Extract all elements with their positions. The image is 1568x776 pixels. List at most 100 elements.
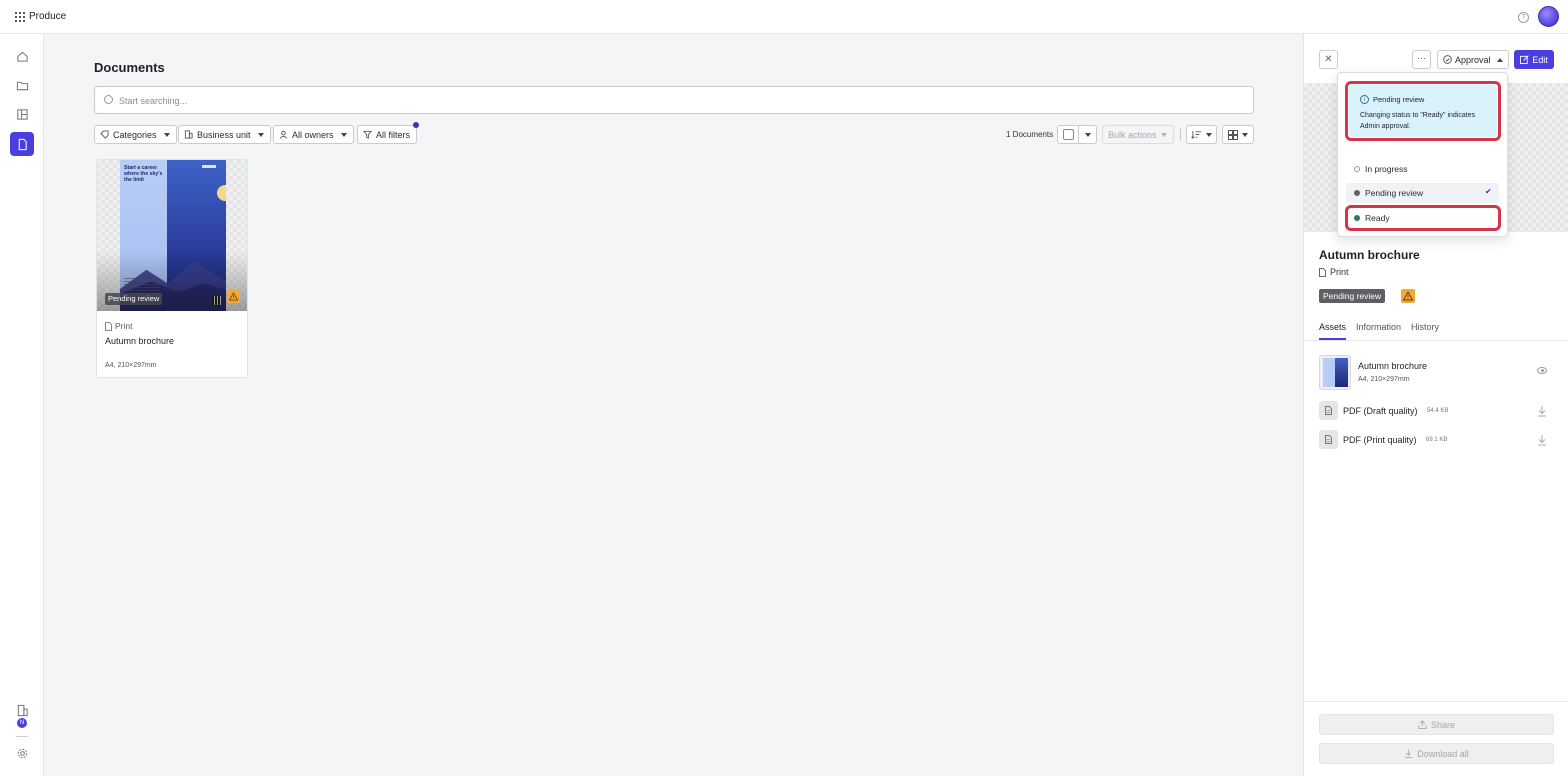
status-dot-icon <box>1354 166 1360 172</box>
approval-label: Approval <box>1455 54 1491 65</box>
tab-information[interactable]: Information <box>1356 322 1401 340</box>
bulk-actions-label: Bulk actions <box>1108 129 1157 140</box>
categories-filter-label: Categories <box>113 129 157 140</box>
sidebar: N <box>0 34 44 776</box>
notification-badge: N <box>17 718 27 728</box>
download-all-label: Download all <box>1417 748 1469 759</box>
grid-view-icon <box>1228 129 1238 140</box>
building-icon <box>184 130 193 139</box>
share-button[interactable]: Share <box>1319 714 1554 735</box>
download-icon <box>1405 749 1413 758</box>
status-option-in-progress[interactable]: In progress <box>1346 159 1499 179</box>
chevron-down-icon <box>1242 132 1248 137</box>
warning-icon <box>227 290 240 303</box>
chevron-down-icon <box>1160 132 1167 137</box>
panel-tabs: Assets Information History <box>1319 322 1439 340</box>
home-icon[interactable] <box>10 44 34 68</box>
status-option-label: In progress <box>1365 164 1408 174</box>
poster-headline: Start a career where the sky's the limit <box>124 165 163 183</box>
tab-assets[interactable]: Assets <box>1319 322 1347 340</box>
download-icon[interactable] <box>1537 405 1547 417</box>
chevron-up-icon <box>1496 57 1503 62</box>
active-filter-indicator <box>413 122 419 128</box>
approval-dropdown: i Pending review Changing status to "Rea… <box>1337 72 1508 237</box>
asset-thumbnail[interactable] <box>1319 355 1351 390</box>
select-all-checkbox[interactable] <box>1063 129 1074 140</box>
document-thumbnail: Start a career where the sky's the limit <box>97 160 247 311</box>
warning-icon <box>1401 289 1415 303</box>
document-name: Autumn brochure <box>105 336 175 346</box>
settings-gear-icon[interactable] <box>10 741 34 765</box>
pdf-file-icon <box>1319 401 1338 420</box>
share-icon <box>1418 720 1427 729</box>
search-box <box>94 86 1254 114</box>
owners-filter-label: All owners <box>292 129 334 140</box>
avatar[interactable] <box>1538 6 1559 27</box>
check-circle-icon <box>1443 55 1452 64</box>
approval-button[interactable]: Approval <box>1437 50 1509 69</box>
share-label: Share <box>1430 719 1456 730</box>
document-size: A4, 210×297mm <box>105 362 157 369</box>
edit-icon <box>1520 55 1529 64</box>
checkmark-icon: ✔ <box>1485 187 1492 196</box>
chevron-down-icon <box>1206 132 1212 137</box>
edit-label: Edit <box>1532 54 1548 65</box>
select-all-control[interactable] <box>1057 125 1097 144</box>
status-option-pending-review[interactable]: Pending review ✔ <box>1346 183 1499 203</box>
folder-icon[interactable] <box>10 73 34 97</box>
all-filters-label: All filters <box>376 129 411 140</box>
status-dot-icon <box>1354 190 1360 196</box>
document-type: Print <box>105 321 132 331</box>
download-icon[interactable] <box>1537 434 1547 446</box>
filter-icon <box>363 130 372 139</box>
business-unit-filter-label: Business unit <box>197 129 251 140</box>
file-size: 54.4 KB <box>1427 408 1449 414</box>
file-row: PDF (Print quality) 69.1 KB <box>1319 430 1554 450</box>
sort-icon <box>1191 130 1201 139</box>
preview-eye-icon[interactable] <box>1537 367 1547 374</box>
document-count: 1 Documents <box>1006 130 1054 139</box>
asset-name: Autumn brochure <box>1358 361 1428 371</box>
file-size: 69.1 KB <box>1426 437 1448 443</box>
bulk-actions-button[interactable]: Bulk actions <box>1102 125 1174 144</box>
help-icon[interactable]: ? <box>1518 12 1529 23</box>
download-all-button[interactable]: Download all <box>1319 743 1554 764</box>
edit-button[interactable]: Edit <box>1514 50 1554 69</box>
chevron-down-icon[interactable] <box>1085 133 1091 137</box>
page-title: Documents <box>94 60 165 75</box>
status-option-label: Pending review <box>1365 188 1424 198</box>
business-unit-filter[interactable]: Business unit <box>178 125 271 144</box>
sidebar-divider <box>16 736 28 737</box>
panel-document-type: Print <box>1319 267 1349 277</box>
app-grid-icon[interactable] <box>15 12 25 22</box>
app-name: Produce <box>29 11 67 22</box>
sort-button[interactable] <box>1186 125 1217 144</box>
status-badge: Pending review <box>105 293 163 305</box>
documents-icon[interactable] <box>10 132 34 156</box>
owners-filter[interactable]: All owners <box>273 125 354 144</box>
more-options-button[interactable]: ··· <box>1412 50 1431 69</box>
chevron-down-icon <box>257 132 264 137</box>
categories-icon <box>100 130 109 139</box>
chevron-down-icon <box>163 132 170 137</box>
highlight-ready-option <box>1345 205 1501 231</box>
close-icon[interactable]: ✕ <box>1319 50 1338 69</box>
all-filters-button[interactable]: All filters <box>357 125 418 144</box>
toolbar-divider <box>1180 128 1181 141</box>
file-row: PDF (Draft quality) 54.4 KB <box>1319 401 1554 421</box>
categories-filter[interactable]: Categories <box>94 125 177 144</box>
highlight-info-box <box>1345 81 1501 141</box>
tab-history[interactable]: History <box>1411 322 1439 340</box>
document-type-label: Print <box>115 321 133 331</box>
asset-size: A4, 210×297mm <box>1358 376 1410 383</box>
document-card[interactable]: Start a career where the sky's the limit… <box>96 159 248 378</box>
panel-document-title: Autumn brochure <box>1319 248 1420 262</box>
document-icon <box>1319 267 1326 277</box>
search-input[interactable] <box>119 92 1219 109</box>
panel-status-badge: Pending review <box>1319 289 1386 303</box>
view-mode-button[interactable] <box>1222 125 1254 144</box>
chevron-down-icon <box>340 132 347 137</box>
layout-icon[interactable] <box>10 102 34 126</box>
panel-document-type-label: Print <box>1330 267 1349 277</box>
document-icon <box>105 321 112 331</box>
